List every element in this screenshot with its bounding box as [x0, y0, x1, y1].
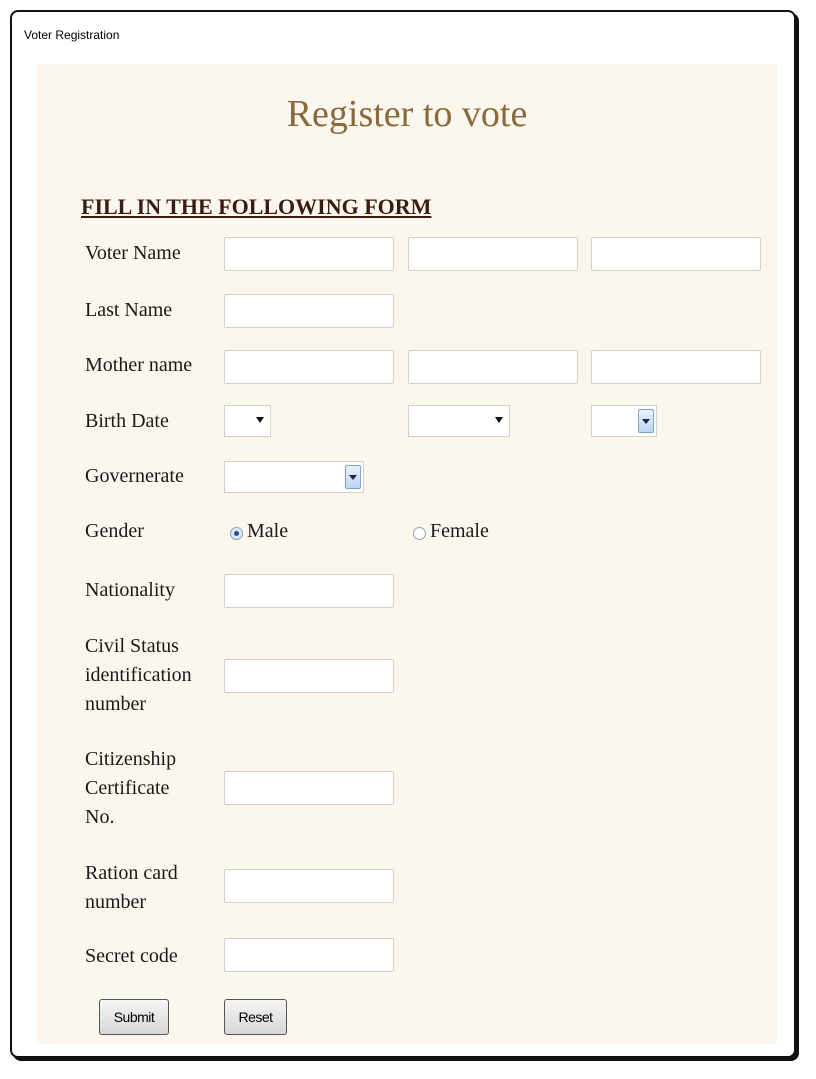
citizenship-label-line: Citizenship — [85, 748, 177, 770]
ration-card-label-line: number — [85, 891, 147, 913]
dropdown-button-icon[interactable] — [638, 409, 654, 433]
birth-month-select[interactable] — [408, 405, 510, 437]
voter-middle-name-input[interactable] — [408, 237, 578, 271]
birth-date-label: Birth Date — [85, 410, 169, 432]
ration-card-label: Ration card number — [85, 859, 178, 917]
gender-male-label: Male — [247, 520, 289, 542]
chevron-down-icon — [256, 417, 264, 423]
last-name-label: Last Name — [85, 299, 173, 321]
nationality-input[interactable] — [224, 574, 394, 608]
app-window: Voter Registration Register to vote FILL… — [10, 10, 796, 1058]
birth-year-select[interactable] — [591, 405, 657, 437]
citizenship-label-line: No. — [85, 806, 115, 828]
dropdown-button-icon[interactable] — [345, 465, 361, 489]
civil-status-label-line: number — [85, 693, 147, 715]
gender-female-radio[interactable] — [413, 527, 426, 540]
gender-label: Gender — [85, 520, 144, 542]
gender-male-radio[interactable] — [230, 527, 243, 540]
citizenship-certificate-input[interactable] — [224, 771, 394, 805]
gender-female-label: Female — [430, 520, 489, 542]
nationality-label: Nationality — [85, 579, 175, 601]
birth-day-select[interactable] — [224, 405, 271, 437]
reset-button[interactable]: Reset — [224, 999, 287, 1035]
chevron-down-icon — [495, 417, 503, 423]
civil-status-label-line: Civil Status — [85, 635, 179, 657]
secret-code-label: Secret code — [85, 945, 178, 967]
civil-status-id-input[interactable] — [224, 659, 394, 693]
mother-first-name-input[interactable] — [224, 350, 394, 384]
citizenship-label-line: Certificate — [85, 777, 170, 799]
mother-name-label: Mother name — [85, 354, 193, 376]
voter-first-name-input[interactable] — [224, 237, 394, 271]
civil-status-label-line: identification — [85, 664, 192, 686]
civil-status-label: Civil Status identification number — [85, 632, 192, 719]
submit-button[interactable]: Submit — [99, 999, 169, 1035]
governerate-select[interactable] — [224, 461, 364, 493]
last-name-input[interactable] — [224, 294, 394, 328]
voter-family-name-input[interactable] — [591, 237, 761, 271]
secret-code-input[interactable] — [224, 938, 394, 972]
citizenship-label: Citizenship Certificate No. — [85, 745, 176, 832]
governerate-label: Governerate — [85, 465, 184, 487]
mother-middle-name-input[interactable] — [408, 350, 578, 384]
window-title: Voter Registration — [24, 28, 120, 42]
ration-card-label-line: Ration card — [85, 862, 178, 884]
registration-panel: Register to vote FILL IN THE FOLLOWING F… — [37, 64, 777, 1044]
mother-family-name-input[interactable] — [591, 350, 761, 384]
form-subheading: FILL IN THE FOLLOWING FORM — [81, 194, 432, 219]
ration-card-input[interactable] — [224, 869, 394, 903]
voter-name-label: Voter Name — [85, 242, 181, 264]
page-title: Register to vote — [286, 93, 528, 135]
